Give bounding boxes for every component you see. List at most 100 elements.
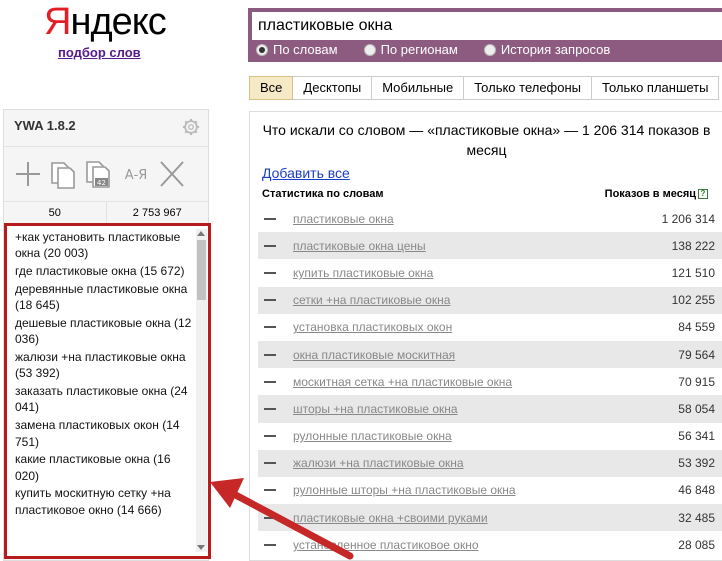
mode-by-words[interactable]: По словам [256, 42, 338, 57]
gear-icon[interactable] [182, 118, 200, 136]
logo-rest: ндекс [70, 1, 166, 43]
add-word-icon[interactable] [264, 462, 276, 465]
search-input[interactable] [252, 12, 722, 40]
result-row: установленное пластиковое окно 28 085 [258, 531, 722, 558]
add-word-icon[interactable] [264, 217, 276, 220]
add-word-icon[interactable] [264, 543, 276, 546]
scroll-thumb[interactable] [197, 240, 206, 300]
result-count: 58 054 [678, 401, 715, 416]
result-query-link[interactable]: жалюзи +на пластиковые окна [293, 456, 603, 470]
result-query-link[interactable]: пластиковые окна +своими руками [293, 511, 603, 525]
col-query-label: Статистика по словам [262, 188, 384, 200]
copy-count-badge: 42 [97, 179, 106, 187]
saved-word-item[interactable]: купить москитную сетку +на пластиковое о… [15, 485, 193, 518]
add-word-icon[interactable] [264, 271, 276, 274]
result-row: окна пластиковые москитная 79 564 [258, 340, 722, 369]
result-query-link[interactable]: сетки +на пластиковые окна [293, 293, 603, 307]
saved-word-item[interactable]: дешевые пластиковые окна (12 036) [15, 315, 193, 348]
word-count: 50 [4, 202, 107, 223]
mode-label: История запросов [500, 42, 611, 57]
result-count: 46 848 [678, 483, 715, 498]
tab-phones-only[interactable]: Только телефоны [464, 76, 593, 100]
saved-word-item[interactable]: жалюзи +на пластиковые окна (53 392) [15, 349, 193, 382]
help-icon[interactable]: ? [698, 189, 708, 200]
panel-toolbar: 42 А-Я [4, 146, 208, 202]
result-row: рулонные шторы +на пластиковые окна 46 84… [258, 477, 722, 504]
list-scrollbar[interactable] [196, 229, 207, 552]
add-word-icon[interactable] [264, 407, 276, 410]
copy-count-icon[interactable]: 42 [82, 157, 114, 191]
result-query-link[interactable]: окна пластиковые москитная [293, 348, 603, 362]
saved-words-list: +как установить пластиковые окна (20 003… [4, 223, 211, 559]
result-query-link[interactable]: рулонные пластиковые окна [293, 429, 603, 443]
result-query-link[interactable]: установка пластиковых окон [293, 320, 603, 334]
result-query-link[interactable]: шторы +на пластиковые окна [293, 402, 603, 416]
result-count: 79 564 [678, 347, 715, 362]
copy-icon[interactable] [46, 157, 78, 191]
scroll-up-icon[interactable] [197, 231, 205, 236]
result-count: 70 915 [678, 374, 715, 389]
wordstat-link[interactable]: подбор слов [58, 45, 141, 60]
radio-icon [483, 43, 496, 56]
mode-label: По регионам [380, 42, 458, 57]
yandex-logo[interactable]: Яндекс [44, 0, 167, 44]
add-word-icon[interactable] [264, 516, 276, 519]
result-query-link[interactable]: пластиковые окна [293, 212, 603, 226]
sort-alpha-label: А-Я [125, 168, 148, 183]
result-row: пластиковые окна 1 206 314 [258, 205, 722, 232]
close-icon[interactable] [156, 157, 188, 191]
mode-label: По словам [273, 42, 338, 57]
result-query-link[interactable]: пластиковые окна цены [293, 239, 603, 253]
saved-word-item[interactable]: какие пластиковые окна (16 020) [15, 451, 193, 484]
result-row: рулонные пластиковые окна 56 341 [258, 423, 722, 450]
results-rows: пластиковые окна 1 206 314 пластиковые окн… [258, 205, 722, 558]
result-count: 102 255 [671, 293, 715, 308]
result-query-link[interactable]: купить пластиковые окна [293, 266, 603, 280]
add-word-icon[interactable] [264, 353, 276, 356]
col-count-header: Показов в месяц? [605, 188, 708, 200]
col-count-label: Показов в месяц [604, 188, 696, 200]
panel-counts: 50 2 753 967 [4, 202, 208, 224]
result-row: пластиковые окна +своими руками 32 485 [258, 504, 722, 532]
result-count: 138 222 [671, 238, 715, 253]
saved-word-item[interactable]: где пластиковые окна (15 672) [15, 263, 193, 279]
result-row: шторы +на пластиковые окна 58 054 [258, 395, 722, 423]
saved-word-item[interactable]: замена пластиковых окон (14 751) [15, 417, 193, 450]
add-word-icon[interactable] [264, 380, 276, 383]
saved-word-item[interactable]: деревянные пластиковые окна (18 645) [15, 281, 193, 314]
saved-word-item[interactable]: +как установить пластиковые окна (20 003… [15, 229, 193, 262]
result-row: сетки +на пластиковые окна 102 255 [258, 286, 722, 314]
result-row: купить пластиковые окна 121 510 [258, 259, 722, 286]
mode-history[interactable]: История запросов [483, 42, 611, 57]
saved-word-item[interactable]: заказать пластиковые окна (24 041) [15, 383, 193, 416]
impressions-total: 2 753 967 [132, 207, 182, 219]
result-query-link[interactable]: установленное пластиковое окно [293, 538, 603, 552]
radio-selected-icon [256, 43, 268, 56]
tab-all[interactable]: Все [249, 76, 294, 100]
add-all-link[interactable]: Добавить все [262, 165, 350, 181]
search-mode-group: По словам По регионам История запросов [256, 42, 610, 57]
result-count: 28 085 [678, 537, 715, 552]
scroll-down-icon[interactable] [197, 545, 205, 550]
add-word-icon[interactable] [264, 435, 276, 438]
ywa-panel: YWA 1.8.2 42 А-Я 50 2 753 967 +как устан… [3, 109, 211, 561]
add-icon[interactable] [12, 157, 44, 191]
result-query-link[interactable]: рулонные шторы +на пластиковые окна [293, 483, 603, 497]
result-count: 84 559 [678, 320, 715, 335]
result-count: 56 341 [678, 429, 715, 444]
results-title: Что искали со словом — «пластиковые окна… [262, 122, 711, 158]
result-count: 53 392 [678, 456, 715, 471]
tab-tablets-only[interactable]: Только планшеты [592, 76, 720, 100]
sort-alpha-icon[interactable]: А-Я [116, 157, 156, 191]
tab-desktops[interactable]: Десктопы [293, 76, 373, 100]
add-word-icon[interactable] [264, 326, 276, 329]
tab-mobile[interactable]: Мобильные [372, 76, 465, 100]
result-count: 32 485 [678, 510, 715, 525]
result-query-link[interactable]: москитная сетка +на пластиковые окна [293, 375, 603, 389]
mode-by-regions[interactable]: По регионам [363, 42, 458, 57]
add-word-icon[interactable] [264, 299, 276, 302]
add-word-icon[interactable] [264, 489, 276, 492]
search-header: По словам По регионам История запросов [248, 8, 722, 62]
add-word-icon[interactable] [264, 244, 276, 247]
logo-first-letter: Я [44, 1, 71, 43]
